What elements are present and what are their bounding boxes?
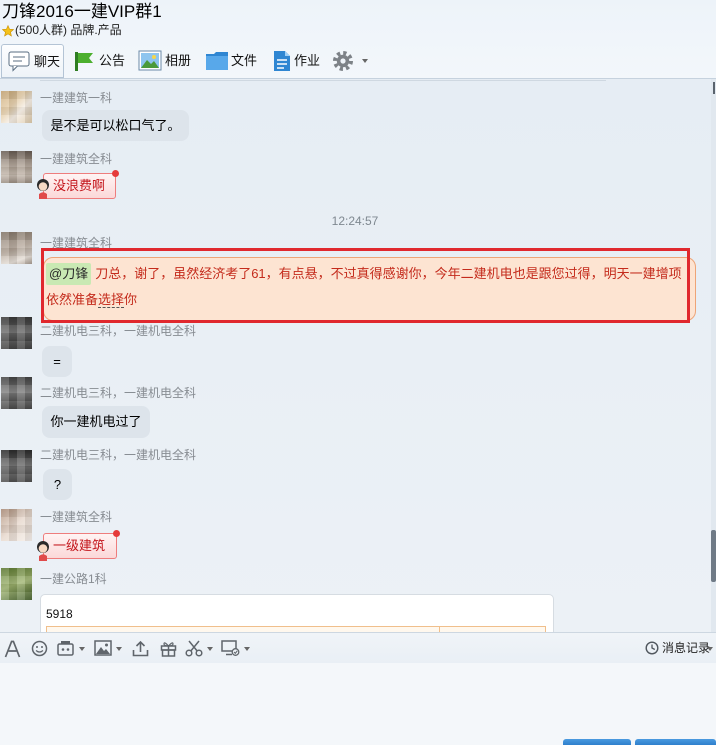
chat-history[interactable]: 一建建筑一科 是不是可以松口气了。 一建建筑全科 没浪费啊 12:24:57 一… [0,79,716,632]
chevron-down-icon [244,647,250,651]
group-info: (500人群) 品牌.产品 [15,23,122,37]
sender-name: 一建建筑全科 [40,152,113,166]
message-bubble: 是不是可以松口气了。 [42,110,189,141]
tab-chat-label: 聊天 [34,54,61,69]
photo-album-icon [138,50,162,76]
tab-homework-label: 作业 [294,53,321,68]
font-icon [4,640,21,658]
megaphone-icon [73,50,95,77]
gift-icon [160,642,177,657]
tab-homework[interactable]: 作业 [270,44,326,78]
screen-button[interactable] [219,633,251,663]
image-icon [94,640,112,656]
sender-name: 二建机电三科，一建机电全科 [40,386,197,400]
chevron-down-icon [79,647,85,651]
close-button[interactable] [563,739,631,745]
scissors-icon [185,640,203,657]
avatar[interactable] [1,91,32,123]
avatar[interactable] [1,232,32,264]
heart-icon [112,170,119,177]
tab-files-label: 文件 [231,53,258,68]
gear-icon [332,50,354,77]
gif-button[interactable] [56,633,88,663]
homework-icon [273,50,291,77]
upload-icon [132,640,149,657]
font-button[interactable] [3,633,23,663]
avatar[interactable] [1,450,32,482]
avatar[interactable] [1,509,32,541]
image-button[interactable] [92,633,124,663]
sticker-bubble: 没浪费啊 [43,170,119,199]
scroll-up-arrow[interactable] [713,82,715,94]
gif-icon [57,641,74,656]
sticker-avatar-icon [36,539,50,561]
emoji-button[interactable] [30,633,50,663]
chevron-down-icon [116,647,122,651]
tab-files[interactable]: 文件 [202,44,264,78]
chevron-down-icon [362,59,368,63]
sender-name: 一建建筑全科 [40,510,113,524]
sticker-bubble: 一级建筑 [43,530,120,559]
input-area [0,663,716,745]
avatar[interactable] [1,317,32,349]
window-header: 刀锋2016一建VIP群1 (500人群) 品牌.产品 聊天 公告 相册 文件 … [0,0,716,79]
chevron-down-icon [207,647,213,651]
avatar[interactable] [1,151,32,183]
avatar[interactable] [1,377,32,409]
sticker-bubble-text: 一级建筑 [53,538,106,553]
star-icon [1,24,15,37]
message-card[interactable]: 5918 [40,594,554,632]
tab-chat[interactable]: 聊天 [1,44,64,78]
message-input[interactable] [0,663,716,737]
send-button[interactable] [635,739,716,745]
tab-announcement-label: 公告 [99,53,126,68]
message-divider [40,80,606,81]
message-bubble: 你一建机电过了 [42,406,150,438]
scrollbar-thumb[interactable] [711,530,716,582]
send-file-button[interactable] [130,633,150,663]
screen-icon [221,640,240,656]
heart-icon [113,530,120,537]
sticker-avatar-icon [36,177,50,199]
highlight-box [41,248,690,323]
sender-name: 一建公路1科 [40,572,107,586]
message-bubble: = [42,346,72,377]
avatar[interactable] [1,568,32,600]
folder-icon [205,50,229,76]
tab-album[interactable]: 相册 [135,44,197,78]
clock-icon [645,641,659,655]
tab-album-label: 相册 [165,53,192,68]
sender-name: 二建机电三科，一建机电全科 [40,324,197,338]
card-text: 5918 [46,607,73,621]
time-divider: 12:24:57 [331,214,379,228]
screenshot-button[interactable] [183,633,215,663]
emoji-icon [31,640,48,657]
message-history-label[interactable]: 消息记录 [662,641,710,655]
gift-button[interactable] [158,633,178,663]
group-title: 刀锋2016一建VIP群1 [2,2,162,21]
tab-announcement[interactable]: 公告 [70,44,130,78]
sticker-bubble-text: 没浪费啊 [53,178,106,193]
sender-name: 二建机电三科，一建机电全科 [40,448,197,462]
chat-icon [8,51,30,77]
input-toolbar: 消息记录 [0,632,716,663]
sender-name: 一建建筑一科 [40,91,113,105]
message-bubble: ? [43,469,72,500]
settings-menu-button[interactable] [330,44,372,78]
